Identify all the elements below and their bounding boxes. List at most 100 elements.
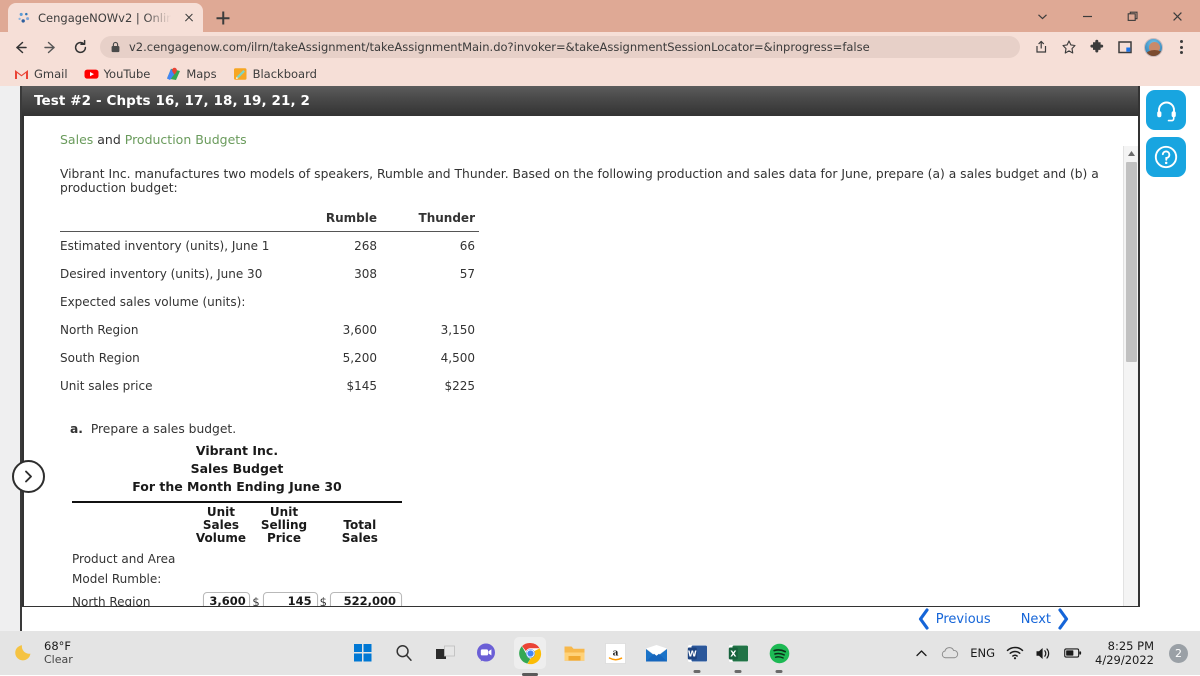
mail-button[interactable] (643, 640, 669, 666)
currency-symbol: $ (250, 595, 262, 609)
product-and-area-label: Product and Area (72, 549, 192, 569)
table-row: North Region 3,600 3,150 (60, 316, 479, 344)
browser-tab[interactable]: CengageNOWv2 | Online teachin (8, 3, 203, 32)
battery-button[interactable] (1064, 644, 1082, 662)
bookmark-youtube[interactable]: YouTube (78, 65, 157, 84)
hdr-line: Price (250, 532, 317, 545)
maps-icon (166, 67, 181, 82)
unit-selling-price-input[interactable]: 145 (263, 592, 318, 608)
bookmark-star-icon[interactable] (1056, 34, 1082, 60)
blackboard-icon (233, 67, 248, 82)
row-value-thunder: 3,150 (413, 316, 479, 344)
expand-panel-button[interactable] (12, 460, 45, 493)
row-label: Expected sales volume (units): (60, 288, 315, 316)
previous-button[interactable]: Previous (917, 608, 991, 630)
scroll-up-icon[interactable] (1124, 146, 1139, 161)
chrome-button[interactable] (514, 637, 546, 669)
chrome-icon (519, 642, 542, 665)
svg-text:W: W (688, 649, 697, 658)
amazon-button[interactable]: a (602, 640, 628, 666)
budget-col-header-total: Total Sales (318, 506, 402, 549)
wifi-button[interactable] (1006, 644, 1024, 662)
budget-col-header-volume: Unit Sales Volume (192, 506, 251, 549)
avatar[interactable] (1140, 34, 1166, 60)
lock-icon (110, 38, 121, 57)
part-a-text: Prepare a sales budget. (91, 422, 236, 436)
assignment-body: Sales and Production Budgets Vibrant Inc… (22, 116, 1140, 608)
subject-part-2: Production Budgets (125, 132, 247, 147)
tab-title: CengageNOWv2 | Online teachin (38, 11, 174, 25)
weather-temperature: 68°F (44, 640, 73, 653)
speaker-icon (1035, 646, 1053, 661)
file-explorer-button[interactable] (561, 640, 587, 666)
bookmark-gmail[interactable]: Gmail (8, 65, 74, 84)
share-icon[interactable] (1028, 34, 1054, 60)
address-bar[interactable]: v2.cengagenow.com/ilrn/takeAssignment/ta… (100, 36, 1020, 58)
tray-overflow-button[interactable] (912, 644, 930, 662)
row-label: Unit sales price (60, 372, 315, 400)
cloud-icon (941, 646, 959, 660)
row-label: North Region (60, 316, 315, 344)
bookmark-maps[interactable]: Maps (160, 65, 222, 84)
cengage-icon (17, 11, 31, 25)
side-panel-icon[interactable] (1112, 34, 1138, 60)
content-scrollbar[interactable] (1123, 146, 1138, 608)
meet-button[interactable] (473, 640, 499, 666)
total-sales-input[interactable]: 522,000 (330, 592, 402, 608)
back-icon[interactable] (6, 34, 34, 60)
col-header-rumble: Rumble (315, 211, 381, 232)
browser-toolbar: v2.cengagenow.com/ilrn/takeAssignment/ta… (0, 32, 1200, 62)
row-value-thunder: 4,500 (413, 344, 479, 372)
scrollbar-thumb[interactable] (1126, 162, 1137, 362)
word-button[interactable]: W (684, 640, 710, 666)
onedrive-button[interactable] (941, 644, 959, 662)
clock-time: 8:25 PM (1095, 639, 1154, 653)
restore-icon[interactable] (1110, 0, 1155, 32)
task-view-icon (435, 644, 456, 663)
row-value-thunder: 57 (413, 260, 479, 288)
next-button[interactable]: Next (1021, 608, 1070, 630)
row-value-thunder: $225 (413, 372, 479, 400)
spotify-button[interactable] (766, 640, 792, 666)
new-tab-button[interactable] (209, 4, 237, 32)
unit-sales-volume-input[interactable]: 3,600 (203, 592, 250, 608)
close-window-icon[interactable] (1155, 0, 1200, 32)
svg-text:X: X (730, 649, 737, 658)
task-view-button[interactable] (432, 640, 458, 666)
given-data-table: Rumble Thunder Estimated inventory (unit… (60, 211, 479, 400)
assignment-card: Test #2 - Chpts 16, 17, 18, 19, 21, 2 Sa… (22, 86, 1140, 608)
language-indicator[interactable]: ENG (970, 646, 995, 660)
search-icon (394, 643, 414, 663)
start-button[interactable] (350, 640, 376, 666)
minimize-icon[interactable] (1065, 0, 1110, 32)
word-icon: W (687, 643, 708, 664)
help-button[interactable] (1146, 137, 1186, 177)
budget-col-header-price: Unit Selling Price (250, 506, 317, 549)
notification-badge[interactable]: 2 (1169, 644, 1188, 663)
table-header-row: Rumble Thunder (60, 211, 479, 232)
hdr-line: Sales (318, 532, 402, 545)
volume-button[interactable] (1035, 644, 1053, 662)
previous-label: Previous (936, 612, 991, 627)
browser-menu-icon[interactable] (1168, 34, 1194, 60)
col-header-thunder: Thunder (413, 211, 479, 232)
bookmark-label: YouTube (104, 67, 151, 81)
row-label: North Region (72, 589, 192, 608)
tab-search-chevron-down-icon[interactable] (1020, 0, 1065, 32)
bookmark-blackboard[interactable]: Blackboard (227, 65, 323, 84)
headset-icon (1154, 98, 1179, 123)
assignment-header: Test #2 - Chpts 16, 17, 18, 19, 21, 2 (22, 86, 1140, 116)
forward-icon[interactable] (36, 34, 64, 60)
support-headset-button[interactable] (1146, 90, 1186, 130)
weather-widget[interactable]: 68°F Clear (0, 640, 230, 666)
extensions-icon[interactable] (1084, 34, 1110, 60)
search-button[interactable] (391, 640, 417, 666)
row-value-rumble: 3,600 (315, 316, 381, 344)
excel-button[interactable]: X (725, 640, 751, 666)
excel-icon: X (728, 643, 749, 664)
table-row: Estimated inventory (units), June 1 268 … (60, 232, 479, 261)
close-icon[interactable] (181, 10, 197, 26)
problem-statement: Vibrant Inc. manufactures two models of … (60, 167, 1138, 195)
clock[interactable]: 8:25 PM 4/29/2022 (1095, 639, 1154, 667)
reload-icon[interactable] (66, 34, 94, 60)
